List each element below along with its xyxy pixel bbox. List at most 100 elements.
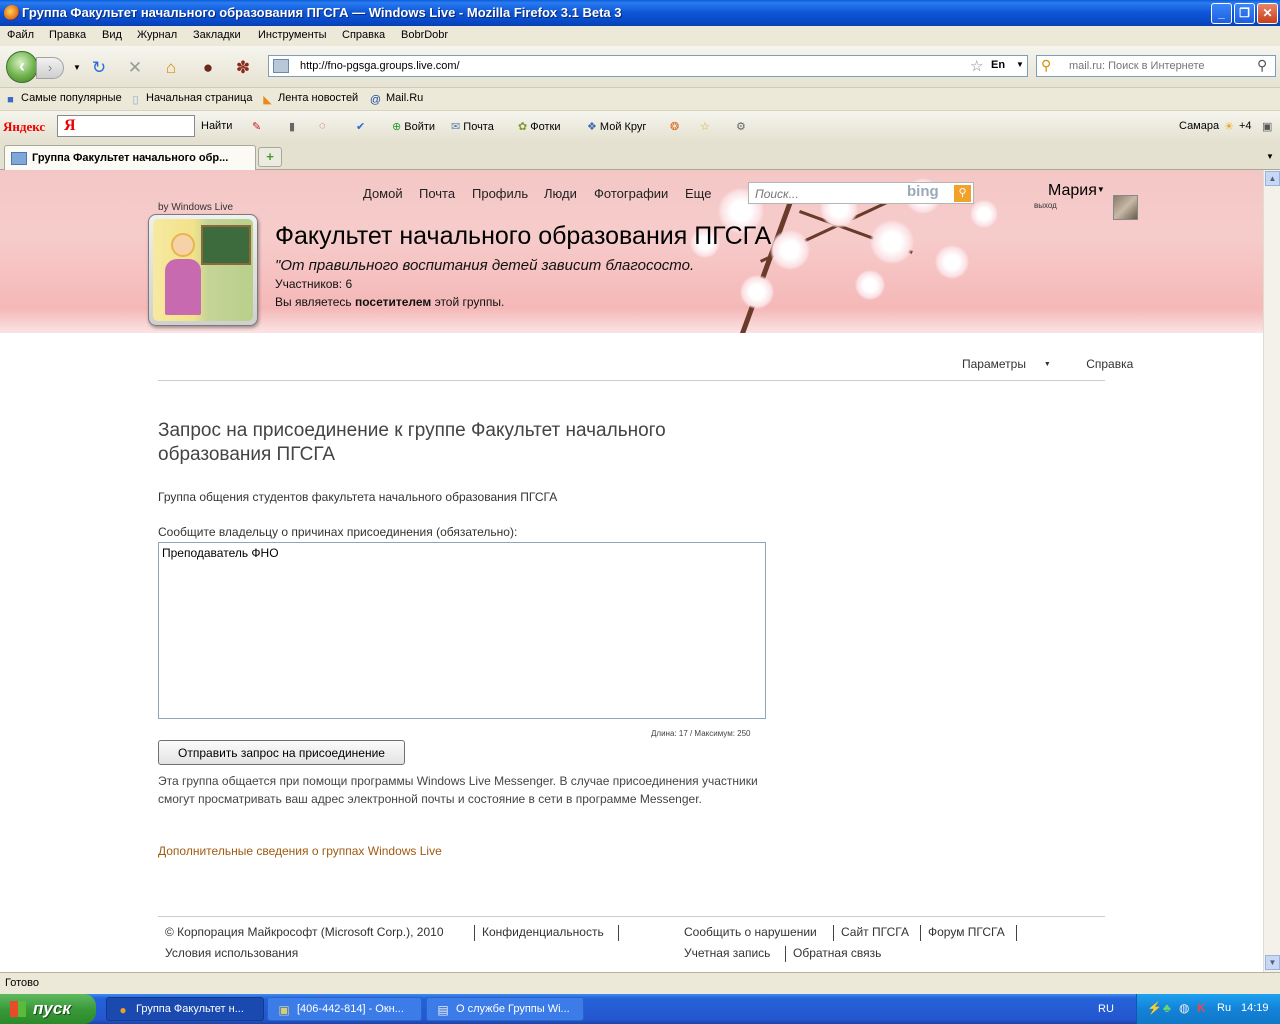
spellcheck-icon[interactable]: ✔ [356,120,365,133]
nav-home[interactable]: Домой [363,186,403,201]
back-button[interactable]: ‹ [6,51,38,83]
weather-temp[interactable]: +4 [1239,120,1252,132]
forward-button[interactable]: › [36,57,64,79]
input-language[interactable]: RU [1098,1003,1114,1015]
messenger-icon[interactable]: ♣ [1163,1001,1171,1015]
tray-language[interactable]: Ru [1217,1002,1231,1014]
group-picture[interactable] [148,214,258,326]
share-icon[interactable]: ❂ [670,120,679,133]
bookmark-star-icon[interactable]: ☆ [970,57,983,75]
bookmark-mailru[interactable]: @ Mail.Ru [369,92,423,107]
site-link[interactable]: Сайт ПГСГА [841,925,909,939]
blossom-decoration [740,275,774,309]
menu-bobrdobr[interactable]: BobrDobr [401,29,448,41]
menu-edit[interactable]: Правка [49,29,86,41]
site-search-box[interactable]: bing ⚲ [748,182,974,204]
user-avatar[interactable] [1113,195,1138,220]
bobrdobr-icon[interactable]: ● [197,57,219,79]
terms-link[interactable]: Условия использования [165,946,298,960]
parameters-menu[interactable]: Параметры ▼ [962,357,1067,371]
favorites-star-icon[interactable]: ☆ [700,120,710,133]
yandex-photos-button[interactable]: ✿ Фотки [518,120,561,133]
stop-icon[interactable]: ✕ [124,57,146,79]
menu-bookmarks[interactable]: Закладки [193,29,241,41]
language-indicator[interactable]: En [991,59,1005,71]
bookmark-news-feed[interactable]: ◣ Лента новостей [261,92,358,107]
web-search-input[interactable] [1069,58,1249,74]
nav-profile[interactable]: Профиль [472,186,528,201]
translate-icon[interactable]: ◌ [319,120,326,132]
divider [1016,925,1017,941]
maximize-button[interactable]: ❐ [1234,3,1255,24]
bookmark-most-visited[interactable]: ■ Самые популярные [4,92,122,107]
menu-help[interactable]: Справка [342,29,385,41]
user-name[interactable]: Мария [1048,182,1097,199]
group-members-count[interactable]: Участников: 6 [275,277,352,291]
menu-tools[interactable]: Инструменты [258,29,327,41]
search-icon[interactable]: ⚲ [954,185,971,202]
nav-photos[interactable]: Фотографии [594,186,668,201]
yandex-logo[interactable]: Яндекс [3,119,45,135]
vertical-scrollbar[interactable]: ▲ ▼ [1263,170,1280,972]
yandex-circle-button[interactable]: ❖ Мой Круг [587,120,646,133]
divider [920,925,921,941]
yandex-find-button[interactable]: Найти [201,120,232,132]
network-icon[interactable]: ⚡ [1147,1001,1162,1015]
home-icon[interactable]: ⌂ [160,57,182,79]
new-tab-button[interactable]: + [258,147,282,167]
site-search-input[interactable] [755,186,895,202]
settings-gear-icon[interactable]: ⚙ [736,120,746,133]
account-link[interactable]: Учетная запись [684,946,770,960]
nav-mail[interactable]: Почта [419,186,455,201]
kaspersky-icon[interactable]: K [1197,1001,1206,1015]
yandex-mail-button[interactable]: ✉ Почта [451,120,494,133]
site-identity-icon[interactable] [273,59,289,73]
taskbar-item-window[interactable]: ▣ [406-442-814] - Окн... [267,997,422,1021]
yandex-login-button[interactable]: ⊕ Войти [392,120,435,133]
reason-textarea[interactable] [158,542,766,719]
paw-icon[interactable]: ✽ [232,57,254,79]
search-icon[interactable]: ⚲ [1257,57,1267,74]
privacy-link[interactable]: Конфиденциальность [482,925,604,939]
bookmark-start-page[interactable]: ▯ Начальная страница [129,92,252,107]
forum-link[interactable]: Форум ПГСГА [928,925,1005,939]
window-title-bar[interactable]: Группа Факультет начального образования … [0,0,1280,26]
url-bar[interactable]: http://fno-pgsga.groups.live.com/ ☆ En ▼ [268,55,1028,77]
web-search-box[interactable]: ⚲ ⚲ [1036,55,1276,77]
minimize-button[interactable]: _ [1211,3,1232,24]
more-info-link[interactable]: Дополнительные сведения о группах Window… [158,844,442,858]
help-link[interactable]: Справка [1086,357,1133,371]
rank-icon[interactable]: ▮ [289,120,295,133]
menu-history[interactable]: Журнал [137,29,177,41]
tab-group-page[interactable]: Группа Факультет начального обр... [4,145,256,170]
menu-file[interactable]: Файл [7,29,34,41]
highlight-icon[interactable]: ✎ [252,120,261,133]
antivirus-icon[interactable]: ◍ [1179,1001,1189,1015]
history-dropdown-icon[interactable]: ▼ [66,57,88,79]
taskbar-item-about[interactable]: ▤ О службе Группы Wi... [426,997,584,1021]
search-engine-icon[interactable]: ⚲ [1041,57,1051,74]
reload-icon[interactable]: ↻ [88,57,110,79]
yandex-menu-icon[interactable]: ▣ [1262,120,1272,133]
chevron-down-icon[interactable]: ▼ [1097,185,1105,194]
send-join-request-button[interactable]: Отправить запрос на присоединение [158,740,405,765]
yandex-search-input[interactable]: Я [57,115,195,137]
clock[interactable]: 14:19 [1241,1002,1269,1014]
status-bar: Готово [0,972,1280,994]
user-menu[interactable]: Мария▼ выход [1034,182,1105,210]
logout-link[interactable]: выход [1034,201,1057,210]
tab-list-dropdown-icon[interactable]: ▼ [1262,147,1278,167]
sun-icon: ☀ [1224,121,1234,133]
taskbar-item-firefox[interactable]: ● Группа Факультет н... [106,997,264,1021]
start-button[interactable]: пуск [0,994,96,1024]
feedback-link[interactable]: Обратная связь [793,946,881,960]
close-button[interactable]: ✕ [1257,3,1278,24]
weather-city[interactable]: Самара [1179,120,1219,132]
report-abuse-link[interactable]: Сообщить о нарушении [684,925,817,939]
scroll-down-icon[interactable]: ▼ [1265,955,1280,970]
menu-view[interactable]: Вид [102,29,122,41]
scroll-up-icon[interactable]: ▲ [1265,171,1280,186]
nav-people[interactable]: Люди [544,186,577,201]
url-dropdown-icon[interactable]: ▼ [1016,60,1024,69]
nav-more[interactable]: Еще [685,186,711,201]
